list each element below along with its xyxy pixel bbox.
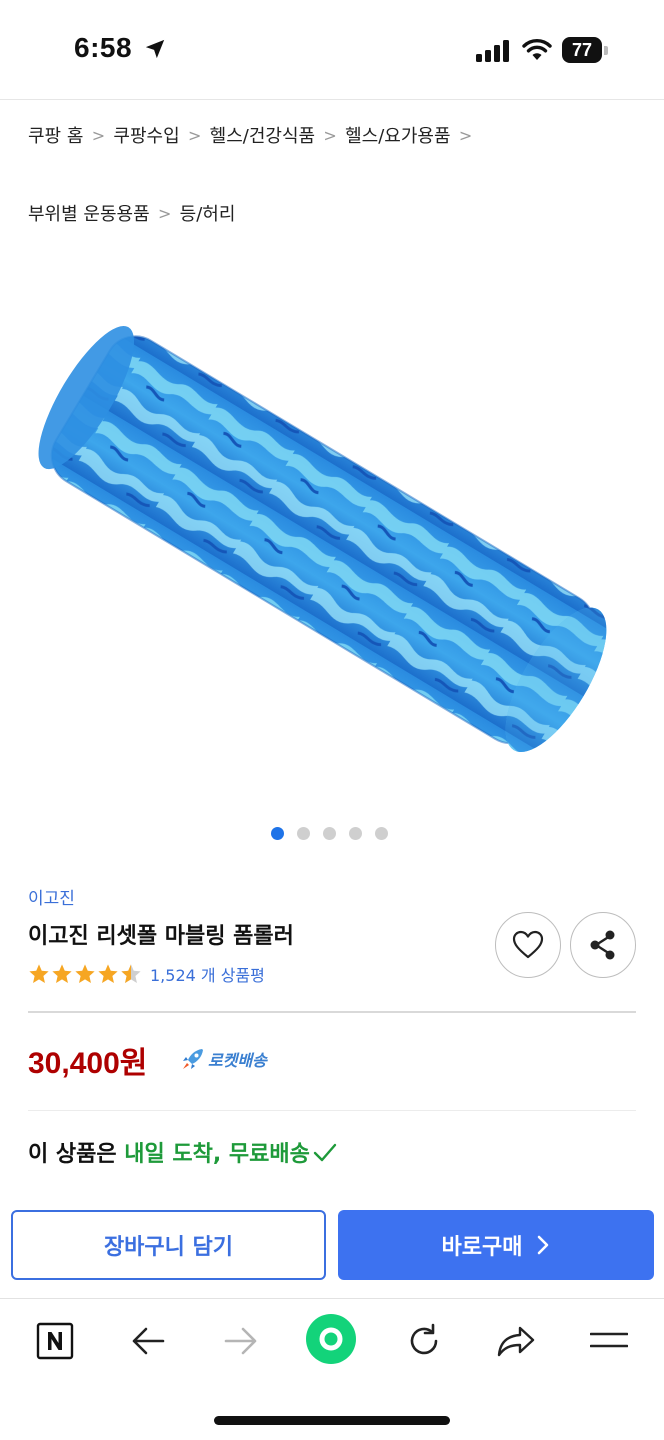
menu-button[interactable] xyxy=(587,1319,631,1363)
buy-now-button[interactable]: 바로구매 xyxy=(338,1210,654,1280)
star-rating xyxy=(28,963,142,985)
price-unit: 원 xyxy=(119,1046,148,1081)
section-divider xyxy=(28,1110,636,1111)
check-icon xyxy=(313,1143,337,1162)
chevron-right-icon: > xyxy=(323,125,337,145)
forward-button[interactable] xyxy=(219,1319,263,1363)
wishlist-button[interactable] xyxy=(495,912,561,978)
rating-row[interactable]: 1,524 개 상품평 xyxy=(28,962,265,986)
share-arrow-icon xyxy=(497,1326,535,1357)
refresh-button[interactable] xyxy=(402,1319,446,1363)
cellular-signal-icon xyxy=(476,40,509,62)
chevron-right-icon xyxy=(538,1235,549,1255)
review-count-link[interactable]: 1,524 개 상품평 xyxy=(150,962,265,986)
carousel-dots xyxy=(271,827,388,840)
delivery-info: 이 상품은 내일 도착, 무료배송 xyxy=(28,1136,338,1168)
buy-now-label: 바로구매 xyxy=(441,1235,523,1260)
add-to-cart-button[interactable]: 장바구니 담기 xyxy=(11,1210,326,1280)
share-page-button[interactable] xyxy=(494,1319,538,1363)
share-nodes-icon xyxy=(590,930,615,960)
breadcrumb-item-health-yoga[interactable]: 헬스/요가용품 xyxy=(345,122,450,148)
breadcrumb-item-coupang-import[interactable]: 쿠팡수입 xyxy=(113,122,179,148)
breadcrumb: 쿠팡 홈 > 쿠팡수입 > 헬스/건강식품 > 헬스/요가용품 > 부위별 운동… xyxy=(28,118,648,230)
star-full-icon xyxy=(29,964,49,983)
home-button[interactable] xyxy=(303,1311,359,1367)
battery-level: 77 xyxy=(562,37,602,63)
battery-cap xyxy=(604,46,608,55)
carousel-dot-active[interactable] xyxy=(271,827,284,840)
product-image-foam-roller[interactable] xyxy=(0,300,664,800)
heart-icon xyxy=(512,930,544,959)
chevron-right-icon: > xyxy=(157,203,172,223)
breadcrumb-item-health-food[interactable]: 헬스/건강식품 xyxy=(210,122,315,148)
delivery-highlight: 내일 도착, 무료배송 xyxy=(124,1142,310,1167)
carousel-dot[interactable] xyxy=(375,827,388,840)
carousel-dot[interactable] xyxy=(297,827,310,840)
breadcrumb-item-back-waist[interactable]: 등/허리 xyxy=(180,200,236,226)
chevron-right-icon: > xyxy=(91,125,106,145)
hamburger-menu-icon xyxy=(590,1332,628,1348)
star-full-icon xyxy=(52,964,72,983)
green-home-icon xyxy=(306,1314,356,1364)
breadcrumb-row: 부위별 운동용품 > 등/허리 xyxy=(28,196,648,230)
price-value: 30,400 xyxy=(28,1047,120,1080)
product-price: 30,400원 xyxy=(28,1038,147,1082)
share-button[interactable] xyxy=(570,912,636,978)
wifi-icon xyxy=(522,39,552,60)
carousel-dot[interactable] xyxy=(349,827,362,840)
delivery-prefix: 이 상품은 xyxy=(28,1142,125,1167)
product-title: 이고진 리셋폴 마블링 폼롤러 xyxy=(28,924,294,949)
back-button[interactable] xyxy=(126,1319,170,1363)
rocket-icon xyxy=(183,1049,203,1069)
home-indicator[interactable] xyxy=(214,1416,450,1425)
chevron-right-icon: > xyxy=(458,125,473,145)
star-full-icon xyxy=(75,964,95,983)
star-half-icon xyxy=(121,964,141,983)
battery-indicator: 77 xyxy=(562,37,608,63)
naver-logo-icon xyxy=(36,1322,74,1360)
status-bar: 6:58 77 xyxy=(0,0,664,100)
star-full-icon xyxy=(98,964,118,983)
carousel-dot[interactable] xyxy=(323,827,336,840)
chevron-right-icon: > xyxy=(187,125,202,145)
section-divider xyxy=(28,1011,636,1013)
back-arrow-icon xyxy=(132,1327,165,1355)
breadcrumb-item-body-part[interactable]: 부위별 운동용품 xyxy=(28,200,150,226)
breadcrumb-row: 쿠팡 홈 > 쿠팡수입 > 헬스/건강식품 > 헬스/요가용품 > xyxy=(28,118,648,152)
breadcrumb-item-coupang-home[interactable]: 쿠팡 홈 xyxy=(28,122,83,148)
location-arrow-icon xyxy=(145,39,165,59)
forward-arrow-icon xyxy=(224,1327,257,1355)
naver-icon[interactable] xyxy=(33,1319,77,1363)
rocket-delivery-badge: 로켓배송 xyxy=(180,1046,267,1072)
brand-link[interactable]: 이고진 xyxy=(28,884,75,909)
status-time: 6:58 xyxy=(74,32,133,63)
rocket-delivery-label: 로켓배송 xyxy=(208,1051,267,1070)
refresh-icon xyxy=(410,1323,438,1355)
